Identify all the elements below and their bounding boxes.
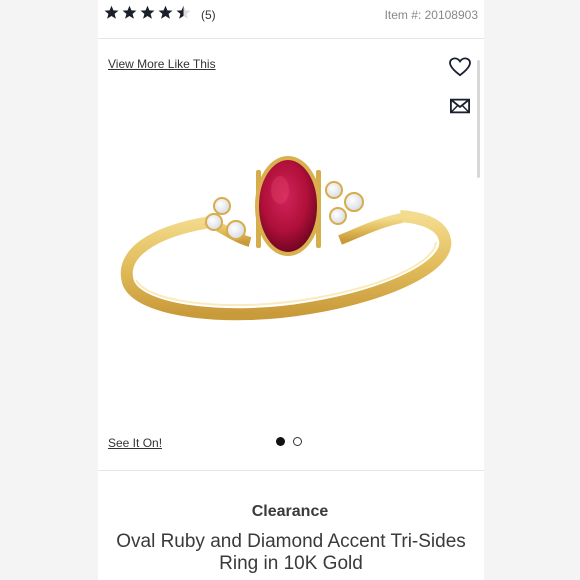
clearance-badge: Clearance: [251, 503, 329, 520]
product-title: Oval Ruby and Diamond Accent Tri-Sides R…: [116, 531, 466, 574]
view-more-link[interactable]: View More Like This: [108, 57, 216, 71]
divider: [98, 470, 484, 471]
carousel-dots: [276, 437, 302, 446]
star-icon: [158, 5, 173, 19]
star-rating[interactable]: [104, 5, 194, 20]
star-icon: [122, 5, 137, 19]
star-icon: [104, 5, 119, 19]
star-icon: [140, 5, 155, 19]
carousel-dot-active[interactable]: [276, 437, 285, 446]
mail-icon[interactable]: [450, 98, 470, 114]
divider: [98, 38, 484, 39]
review-count[interactable]: (5): [201, 8, 216, 22]
see-it-on-link[interactable]: See It On!: [108, 436, 162, 450]
left-margin: [0, 0, 98, 580]
carousel-dot[interactable]: [293, 437, 302, 446]
scrollbar[interactable]: [477, 60, 480, 178]
half-star-icon: [176, 5, 191, 19]
right-margin: [484, 0, 580, 580]
slide-counter: 5 of 9: [266, 0, 315, 20]
item-number: Item #: 20108903: [384, 8, 478, 22]
heart-icon[interactable]: [449, 57, 471, 77]
product-image[interactable]: [110, 140, 470, 330]
rating-bar: (5) 5 of 9 Item #: 20108903: [0, 0, 580, 32]
